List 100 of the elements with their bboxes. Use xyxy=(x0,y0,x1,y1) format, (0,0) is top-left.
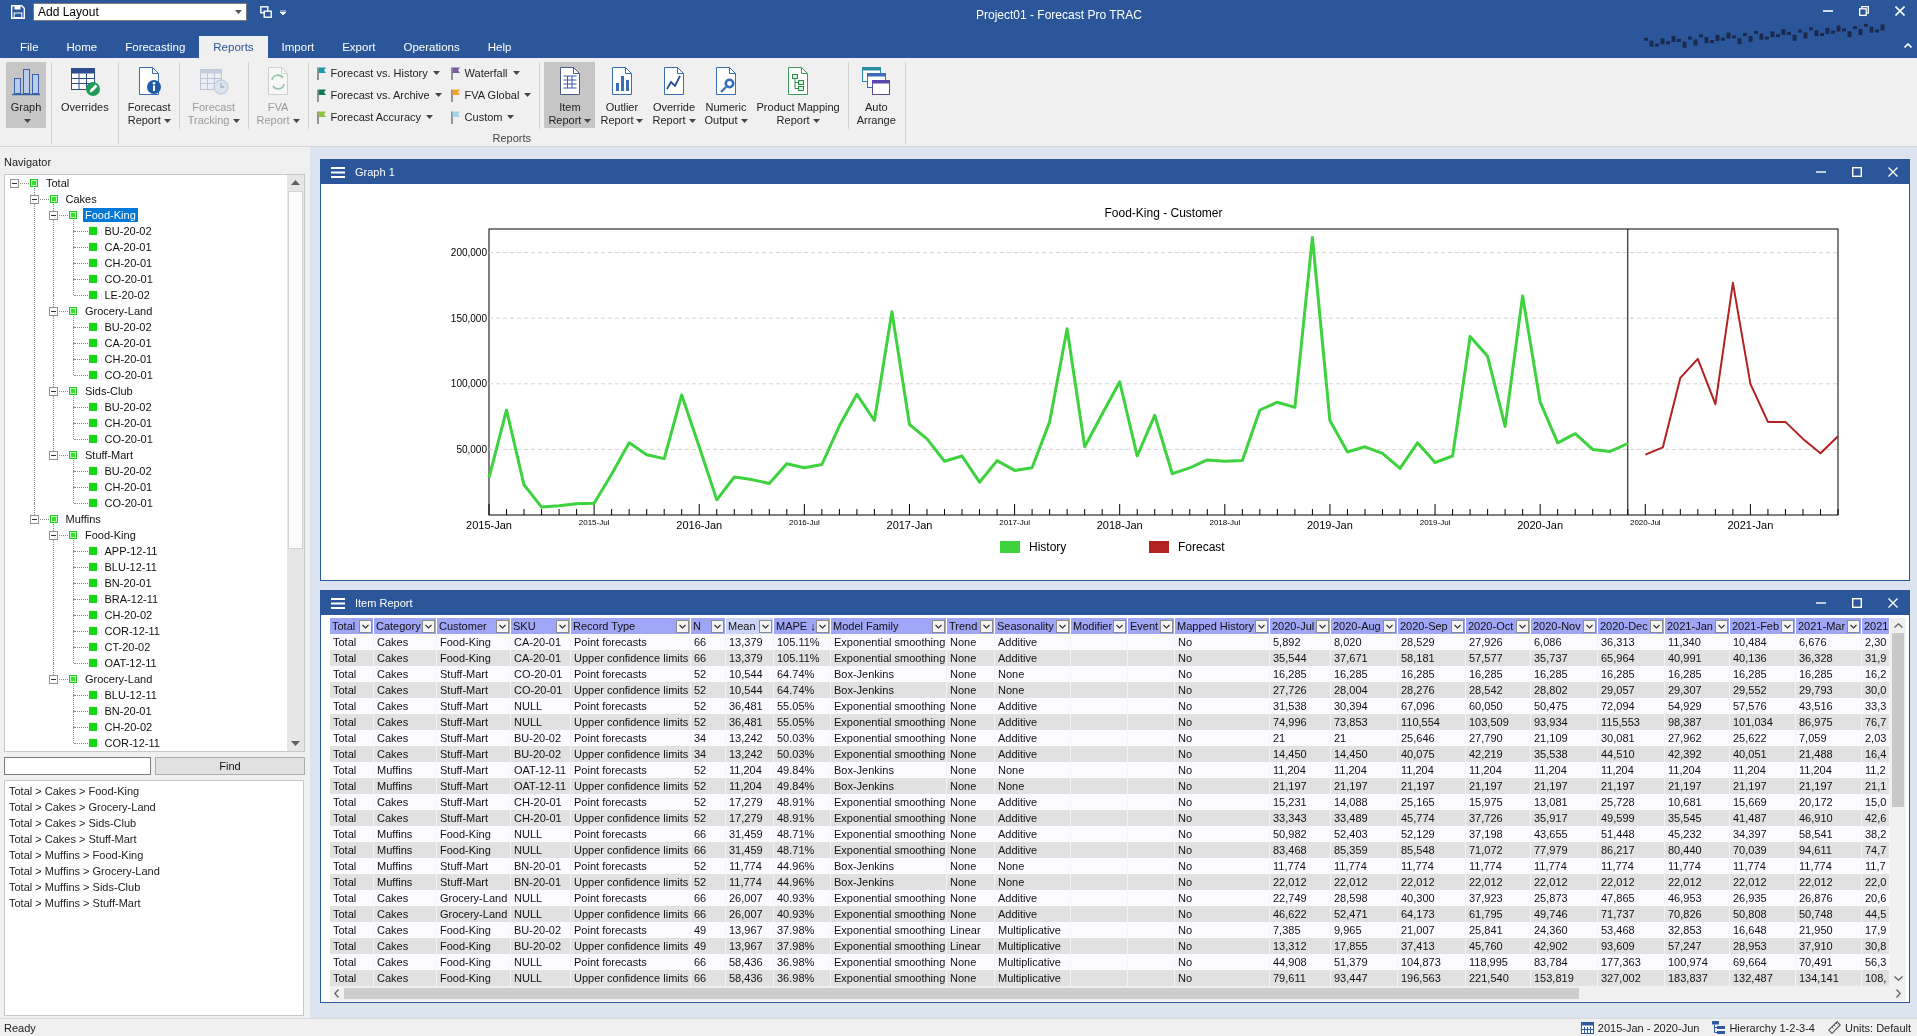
scroll-right-icon[interactable] xyxy=(1896,989,1901,998)
tree-item[interactable]: CH-20-01 xyxy=(102,416,155,430)
tree-item[interactable]: Grocery-Land xyxy=(83,672,155,686)
scroll-left-icon[interactable] xyxy=(334,989,339,998)
ribbon-button[interactable]: Waterfall xyxy=(446,62,536,84)
column-header[interactable]: MAPE ↓ xyxy=(774,618,831,634)
ribbon-button[interactable]: Override Report xyxy=(648,62,700,128)
column-header[interactable]: Event xyxy=(1128,618,1175,634)
tree-item[interactable]: BU-20-02 xyxy=(102,464,154,478)
vertical-scrollbar[interactable] xyxy=(287,175,304,751)
path-item[interactable]: Total > Muffins > Sids-Club xyxy=(9,879,303,895)
path-item[interactable]: Total > Cakes > Grocery-Land xyxy=(9,799,303,815)
tree-item[interactable]: CH-20-01 xyxy=(102,352,155,366)
tree-item[interactable]: Total xyxy=(44,176,72,190)
windows-icon[interactable] xyxy=(260,6,272,18)
scrollbar-thumb[interactable] xyxy=(1892,633,1904,807)
scroll-up-icon[interactable] xyxy=(291,180,300,185)
close-icon[interactable] xyxy=(1895,5,1905,16)
ribbon-button[interactable]: Overrides xyxy=(57,62,113,128)
collapse-icon[interactable] xyxy=(49,210,58,220)
tree-item[interactable]: BN-20-01 xyxy=(102,704,154,718)
find-button[interactable]: Find xyxy=(155,757,305,775)
menu-icon[interactable] xyxy=(331,597,345,609)
ribbon-tab[interactable]: Import xyxy=(267,36,329,58)
column-header[interactable]: 2021-Feb xyxy=(1730,618,1796,634)
column-header[interactable]: Mapped History xyxy=(1175,618,1270,634)
tree-item[interactable]: LE-20-02 xyxy=(102,288,152,302)
ribbon-button[interactable]: Auto Arrange xyxy=(852,62,900,128)
ribbon-button[interactable]: Numeric Output xyxy=(700,62,752,128)
tree-item[interactable]: CH-20-01 xyxy=(102,256,155,270)
tree-item[interactable]: CO-20-01 xyxy=(102,432,155,446)
tree-item[interactable]: BU-20-02 xyxy=(102,224,154,238)
ribbon-button[interactable]: FVA Global xyxy=(446,84,536,106)
tree-item[interactable]: CT-20-02 xyxy=(102,640,153,654)
horizontal-scrollbar[interactable] xyxy=(330,986,1906,1001)
search-field[interactable] xyxy=(4,757,151,775)
column-header[interactable]: SKU xyxy=(511,618,571,634)
ribbon-tab[interactable]: Export xyxy=(328,36,390,58)
path-item[interactable]: Total > Muffins > Food-King xyxy=(9,847,303,863)
column-header[interactable]: 2021-Mar xyxy=(1796,618,1862,634)
ribbon-button[interactable]: Forecast Accuracy xyxy=(312,106,446,128)
scroll-down-icon[interactable] xyxy=(1893,976,1903,981)
ribbon-button[interactable]: Graph xyxy=(6,62,46,128)
tree-item[interactable]: CH-20-02 xyxy=(102,608,155,622)
tree-item[interactable]: Food-King xyxy=(83,528,138,542)
scroll-up-icon[interactable] xyxy=(1893,623,1903,628)
column-header[interactable]: 2020-Sep xyxy=(1398,618,1466,634)
column-header[interactable]: 2020-Dec xyxy=(1598,618,1665,634)
column-header[interactable]: Model Family xyxy=(831,618,947,634)
save-icon[interactable] xyxy=(11,5,25,19)
column-header[interactable]: 2020-Aug xyxy=(1331,618,1398,634)
tree-item[interactable]: CO-20-01 xyxy=(102,368,155,382)
tree-item[interactable]: Sids-Club xyxy=(83,384,135,398)
ribbon-button[interactable]: Item Report xyxy=(544,62,596,128)
scrollbar-thumb[interactable] xyxy=(344,988,1579,999)
column-header[interactable]: Modifier xyxy=(1071,618,1128,634)
column-header[interactable]: Mean xyxy=(726,618,774,634)
ribbon-tab[interactable]: Home xyxy=(52,36,112,58)
tree-item[interactable]: Cakes xyxy=(63,192,99,206)
scroll-down-icon[interactable] xyxy=(291,741,300,746)
tree-item[interactable]: Grocery-Land xyxy=(83,304,155,318)
ribbon-tab[interactable]: Operations xyxy=(389,36,474,58)
tree-item[interactable]: CO-20-01 xyxy=(102,496,155,510)
collapse-icon[interactable] xyxy=(49,386,58,396)
ribbon-button[interactable]: Forecast vs. Archive xyxy=(312,84,446,106)
tree-item[interactable]: CA-20-01 xyxy=(102,336,154,350)
column-header[interactable]: Category xyxy=(374,618,437,634)
ribbon-button[interactable]: Forecast vs. History xyxy=(312,62,446,84)
ribbon-tab[interactable]: File xyxy=(6,36,53,58)
tree-item[interactable]: COR-12-11 xyxy=(102,624,162,638)
tree-item[interactable]: CH-20-02 xyxy=(102,720,155,734)
path-item[interactable]: Total > Cakes > Sids-Club xyxy=(9,815,303,831)
vertical-scrollbar[interactable] xyxy=(1890,618,1906,986)
ribbon-button[interactable]: Custom xyxy=(446,106,536,128)
close-icon[interactable] xyxy=(1888,598,1898,608)
minimize-icon[interactable] xyxy=(1823,9,1833,12)
path-item[interactable]: Total > Cakes > Food-King xyxy=(9,783,303,799)
collapse-icon[interactable] xyxy=(10,178,19,188)
layout-combo[interactable]: Add Layout xyxy=(33,3,247,21)
column-header[interactable]: Customer xyxy=(437,618,511,634)
tree-item[interactable]: BLU-12-11 xyxy=(102,560,159,574)
path-item[interactable]: Total > Muffins > Grocery-Land xyxy=(9,863,303,879)
tree-item[interactable]: OAT-12-11 xyxy=(102,656,159,670)
ribbon-tab[interactable]: Help xyxy=(473,36,526,58)
path-item[interactable]: Total > Cakes > Stuff-Mart xyxy=(9,831,303,847)
column-header[interactable]: Seasonality xyxy=(995,618,1071,634)
tree-item[interactable]: BLU-12-11 xyxy=(102,688,159,702)
caret-icon[interactable] xyxy=(280,10,286,15)
tree-item[interactable]: Muffins xyxy=(63,512,103,526)
menu-icon[interactable] xyxy=(331,166,345,178)
column-header[interactable]: Total xyxy=(330,618,374,634)
tree-item[interactable]: BN-20-01 xyxy=(102,576,154,590)
collapse-icon[interactable] xyxy=(49,450,58,460)
ribbon-button[interactable]: Forecast Report xyxy=(123,62,175,128)
ribbon-tab[interactable]: Reports xyxy=(199,36,268,58)
tree-item[interactable]: COR-12-11 xyxy=(102,736,162,750)
column-header[interactable]: Record Type xyxy=(571,618,691,634)
column-header[interactable]: Trend xyxy=(947,618,995,634)
column-header[interactable]: 2020-Nov xyxy=(1531,618,1598,634)
tree-item[interactable]: APP-12-11 xyxy=(102,544,160,558)
